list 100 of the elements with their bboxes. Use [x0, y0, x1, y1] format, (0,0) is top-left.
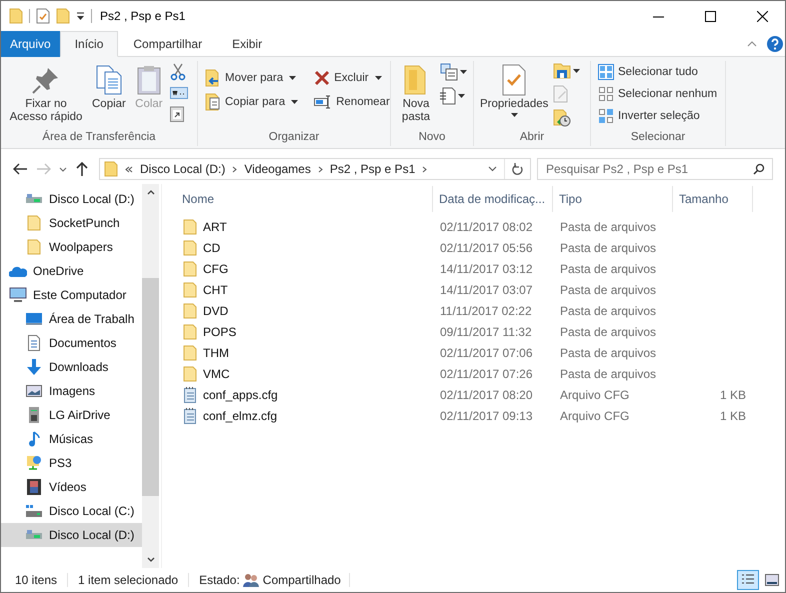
sidebar-item[interactable]: Este Computador: [1, 283, 142, 307]
delete-icon: [314, 70, 330, 86]
folder-icon: [183, 302, 197, 318]
ribbon-tab[interactable]: Compartilhar: [118, 31, 218, 57]
search-field[interactable]: Pesquisar Ps2 , Psp e Ps1: [537, 158, 773, 180]
select-none-button[interactable]: Selecionar nenhum: [595, 83, 720, 105]
column-header[interactable]: Data de modificaç...: [433, 186, 553, 212]
breadcrumb[interactable]: Disco Local (D:): [140, 162, 226, 176]
rename-button[interactable]: Renomear: [311, 91, 393, 113]
caret-icon[interactable]: [458, 94, 465, 98]
computer-icon: [9, 287, 27, 303]
easy-access-icon[interactable]: [440, 87, 456, 105]
properties-icon[interactable]: [36, 8, 50, 24]
select-all-button[interactable]: Selecionar tudo: [595, 61, 720, 83]
table-cell-text: 02/11/2017 07:26: [439, 366, 534, 380]
dropdown-icon[interactable]: [488, 166, 497, 172]
caret-icon: [289, 76, 296, 80]
caret-icon: [291, 100, 298, 104]
drive-icon: [26, 505, 42, 517]
table-cell-text: Pasta de arquivos: [559, 366, 658, 380]
delete-button[interactable]: Excluir: [311, 67, 393, 89]
copy-button[interactable]: Copiar: [90, 61, 128, 114]
column-header[interactable]: Tipo: [553, 186, 673, 212]
folder-icon: [27, 239, 41, 255]
new-item-icon[interactable]: [440, 63, 458, 81]
invert-selection-button[interactable]: Inverter seleção: [595, 105, 720, 127]
column-header[interactable]: Tamanho: [673, 186, 753, 212]
sidebar-item[interactable]: Documentos: [1, 331, 142, 355]
move-to-button[interactable]: Mover para: [202, 67, 302, 89]
search-icon: [753, 163, 765, 175]
properties-button[interactable]: Propriedades: [478, 61, 550, 120]
sidebar-item[interactable]: Woolpapers: [1, 235, 142, 259]
paste-shortcut-icon[interactable]: [170, 105, 184, 122]
table-cell-text: 14/11/2017 03:12: [439, 262, 534, 276]
file-row[interactable]: CD 02/11/2017 05:56 Pasta de arquivos: [176, 237, 785, 258]
file-row[interactable]: conf_apps.cfg 02/11/2017 08:20 Arquivo CFG 1 KB: [176, 384, 785, 405]
music-note-icon: [28, 431, 40, 447]
folder-icon: [183, 260, 197, 276]
breadcrumb[interactable]: Videogames: [244, 162, 311, 176]
folder-icon: [183, 324, 197, 340]
caret-icon[interactable]: [573, 69, 580, 73]
file-row[interactable]: POPS 09/11/2017 11:32 Pasta de arquivos: [176, 321, 785, 342]
history-icon[interactable]: [553, 109, 572, 127]
scroll-up-icon[interactable]: [146, 190, 154, 195]
caret-icon[interactable]: [460, 70, 467, 74]
chevron-icon[interactable]: [318, 166, 323, 172]
collapse-ribbon-icon[interactable]: [747, 40, 757, 46]
network-folder-icon: [26, 455, 42, 471]
sidebar-item[interactable]: Área de Trabalh: [1, 307, 142, 331]
file-row[interactable]: CHT 14/11/2017 03:07 Pasta de arquivos: [176, 279, 785, 300]
file-name: ART: [203, 220, 227, 234]
film-icon: [27, 479, 41, 495]
sidebar-item[interactable]: Disco Local (D:): [1, 187, 142, 211]
copy-to-button[interactable]: Copiar para: [202, 91, 302, 113]
scrollbar-thumb[interactable]: [142, 278, 159, 496]
sidebar-item[interactable]: Downloads: [1, 355, 142, 379]
sidebar-item[interactable]: PS3: [1, 451, 142, 475]
sidebar-item[interactable]: Disco Local (D:): [1, 523, 142, 547]
table-cell-text: 11/11/2017 02:22: [439, 304, 533, 318]
table-cell-text: 14/11/2017 03:07: [439, 282, 534, 296]
sidebar-item[interactable]: Imagens: [1, 379, 142, 403]
recent-locations-icon[interactable]: [59, 166, 67, 172]
sidebar-item[interactable]: SocketPunch: [1, 211, 142, 235]
file-row[interactable]: ART 02/11/2017 08:02 Pasta de arquivos: [176, 216, 785, 237]
monitor-icon: [26, 313, 42, 325]
address-field[interactable]: Disco Local (D:) Videogames Ps2 , Psp e Ps1: [99, 158, 531, 180]
table-cell-text: Pasta de arquivos: [559, 346, 658, 360]
sidebar-item[interactable]: OneDrive: [1, 259, 142, 283]
sidebar-item[interactable]: Disco Local (C:): [1, 499, 142, 523]
dropdown-icon[interactable]: [76, 12, 85, 20]
breadcrumb[interactable]: Ps2 , Psp e Ps1: [330, 162, 416, 176]
refresh-icon[interactable]: [512, 162, 524, 176]
column-header[interactable]: Nome: [176, 186, 433, 212]
file-row[interactable]: VMC 02/11/2017 07:26 Pasta de arquivos: [176, 363, 785, 384]
file-row[interactable]: DVD 11/11/2017 02:22 Pasta de arquivos: [176, 300, 785, 321]
ribbon-tab[interactable]: Exibir: [217, 31, 278, 57]
folder-icon: [183, 366, 197, 382]
table-cell-text: Pasta de arquivos: [559, 220, 658, 234]
file-row[interactable]: CFG 14/11/2017 03:12 Pasta de arquivos: [176, 258, 785, 279]
sidebar-item[interactable]: LG AirDrive: [1, 403, 142, 427]
new-folder-button[interactable]: Nova pasta: [395, 61, 437, 127]
ribbon-tab[interactable]: Início: [60, 31, 118, 57]
selection-count: 1 item selecionado: [78, 573, 190, 587]
table-cell-text: 02/11/2017 08:02: [439, 220, 534, 234]
sidebar-item[interactable]: Músicas: [1, 427, 142, 451]
file-row[interactable]: conf_elmz.cfg 02/11/2017 09:13 Arquivo CFG 1 KB: [176, 405, 785, 426]
chevron-icon[interactable]: [422, 166, 428, 172]
cut-icon[interactable]: [170, 63, 186, 81]
group-label: Abrir: [518, 131, 546, 145]
help-icon[interactable]: [767, 36, 783, 52]
folder-icon: [9, 8, 23, 24]
ribbon-tab[interactable]: Arquivo: [1, 31, 60, 57]
details-view-button[interactable]: [737, 570, 759, 590]
pin-button[interactable]: Fixar no Acesso rápido: [5, 61, 87, 127]
copy-path-icon[interactable]: [170, 87, 188, 99]
file-row[interactable]: THM 02/11/2017 07:06 Pasta de arquivos: [176, 342, 785, 363]
scroll-down-icon[interactable]: [146, 557, 154, 562]
chevron-icon[interactable]: [232, 166, 238, 172]
sidebar-item[interactable]: Vídeos: [1, 475, 142, 499]
open-icon[interactable]: [553, 63, 572, 79]
